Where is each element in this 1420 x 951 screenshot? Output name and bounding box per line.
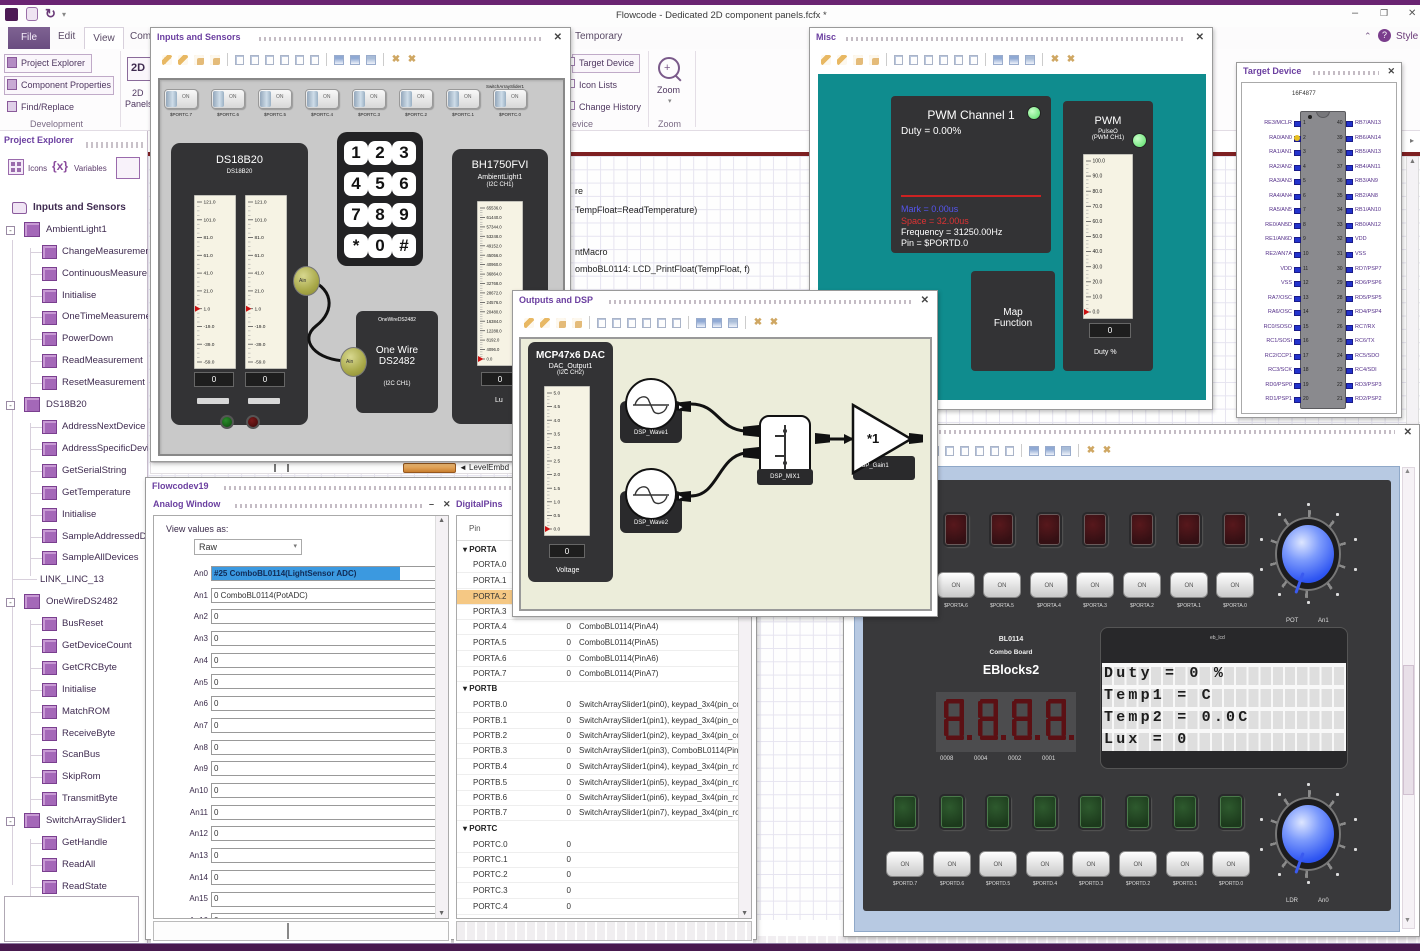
- svg-text:121.0: 121.0: [204, 200, 216, 206]
- svg-text:1.0: 1.0: [204, 306, 211, 312]
- svg-text:36864.0: 36864.0: [487, 272, 503, 277]
- svg-text:-19.0: -19.0: [204, 324, 215, 330]
- svg-text:49152.0: 49152.0: [487, 243, 503, 248]
- svg-text:45056.0: 45056.0: [487, 253, 503, 258]
- svg-text:16384.0: 16384.0: [487, 319, 503, 324]
- svg-text:1.0: 1.0: [554, 499, 561, 505]
- svg-text:53248.0: 53248.0: [487, 234, 503, 239]
- svg-text:4096.0: 4096.0: [487, 347, 500, 352]
- svg-text:65536.0: 65536.0: [487, 206, 503, 211]
- svg-text:57344.0: 57344.0: [487, 225, 503, 230]
- svg-text:32768.0: 32768.0: [487, 281, 503, 286]
- svg-text:40960.0: 40960.0: [487, 262, 503, 267]
- svg-text:0.0: 0.0: [487, 357, 493, 362]
- svg-text:4.5: 4.5: [554, 404, 561, 410]
- svg-text:61.0: 61.0: [255, 253, 265, 259]
- svg-text:0.0: 0.0: [1093, 310, 1100, 316]
- svg-text:-59.0: -59.0: [255, 360, 266, 366]
- svg-text:0.0: 0.0: [554, 527, 561, 533]
- svg-text:81.0: 81.0: [255, 235, 265, 241]
- svg-text:3.5: 3.5: [554, 431, 561, 437]
- svg-text:-59.0: -59.0: [204, 360, 215, 366]
- svg-text:41.0: 41.0: [255, 271, 265, 277]
- svg-text:81.0: 81.0: [204, 235, 214, 241]
- svg-text:12288.0: 12288.0: [487, 328, 503, 333]
- svg-text:10.0: 10.0: [1093, 295, 1103, 301]
- svg-text:0.5: 0.5: [554, 513, 561, 519]
- svg-text:80.0: 80.0: [1093, 189, 1103, 195]
- svg-text:40.0: 40.0: [1093, 249, 1103, 255]
- svg-text:5.0: 5.0: [554, 391, 561, 397]
- svg-text:28672.0: 28672.0: [487, 291, 503, 296]
- svg-text:-19.0: -19.0: [255, 324, 266, 330]
- svg-text:121.0: 121.0: [255, 200, 267, 206]
- svg-text:21.0: 21.0: [255, 289, 265, 295]
- svg-text:70.0: 70.0: [1093, 204, 1103, 210]
- svg-text:61440.0: 61440.0: [487, 215, 503, 220]
- svg-text:61.0: 61.0: [204, 253, 214, 259]
- svg-text:20.0: 20.0: [1093, 279, 1103, 285]
- svg-text:30.0: 30.0: [1093, 264, 1103, 270]
- svg-text:-39.0: -39.0: [255, 342, 266, 348]
- svg-text:101.0: 101.0: [204, 217, 216, 223]
- svg-text:100.0: 100.0: [1093, 159, 1106, 165]
- svg-text:20480.0: 20480.0: [487, 309, 503, 314]
- svg-text:8192.0: 8192.0: [487, 338, 500, 343]
- svg-text:101.0: 101.0: [255, 217, 267, 223]
- svg-text:90.0: 90.0: [1093, 174, 1103, 180]
- svg-text:2.5: 2.5: [554, 459, 561, 465]
- svg-text:2.0: 2.0: [554, 472, 561, 478]
- svg-text:-39.0: -39.0: [204, 342, 215, 348]
- svg-text:24576.0: 24576.0: [487, 300, 503, 305]
- svg-text:3.0: 3.0: [554, 445, 561, 451]
- svg-text:*1: *1: [867, 431, 879, 446]
- svg-text:21.0: 21.0: [204, 289, 214, 295]
- svg-text:1.5: 1.5: [554, 486, 561, 492]
- svg-text:50.0: 50.0: [1093, 234, 1103, 240]
- svg-text:1.0: 1.0: [255, 306, 262, 312]
- svg-text:4.0: 4.0: [554, 418, 561, 424]
- svg-text:41.0: 41.0: [204, 271, 214, 277]
- svg-text:60.0: 60.0: [1093, 219, 1103, 225]
